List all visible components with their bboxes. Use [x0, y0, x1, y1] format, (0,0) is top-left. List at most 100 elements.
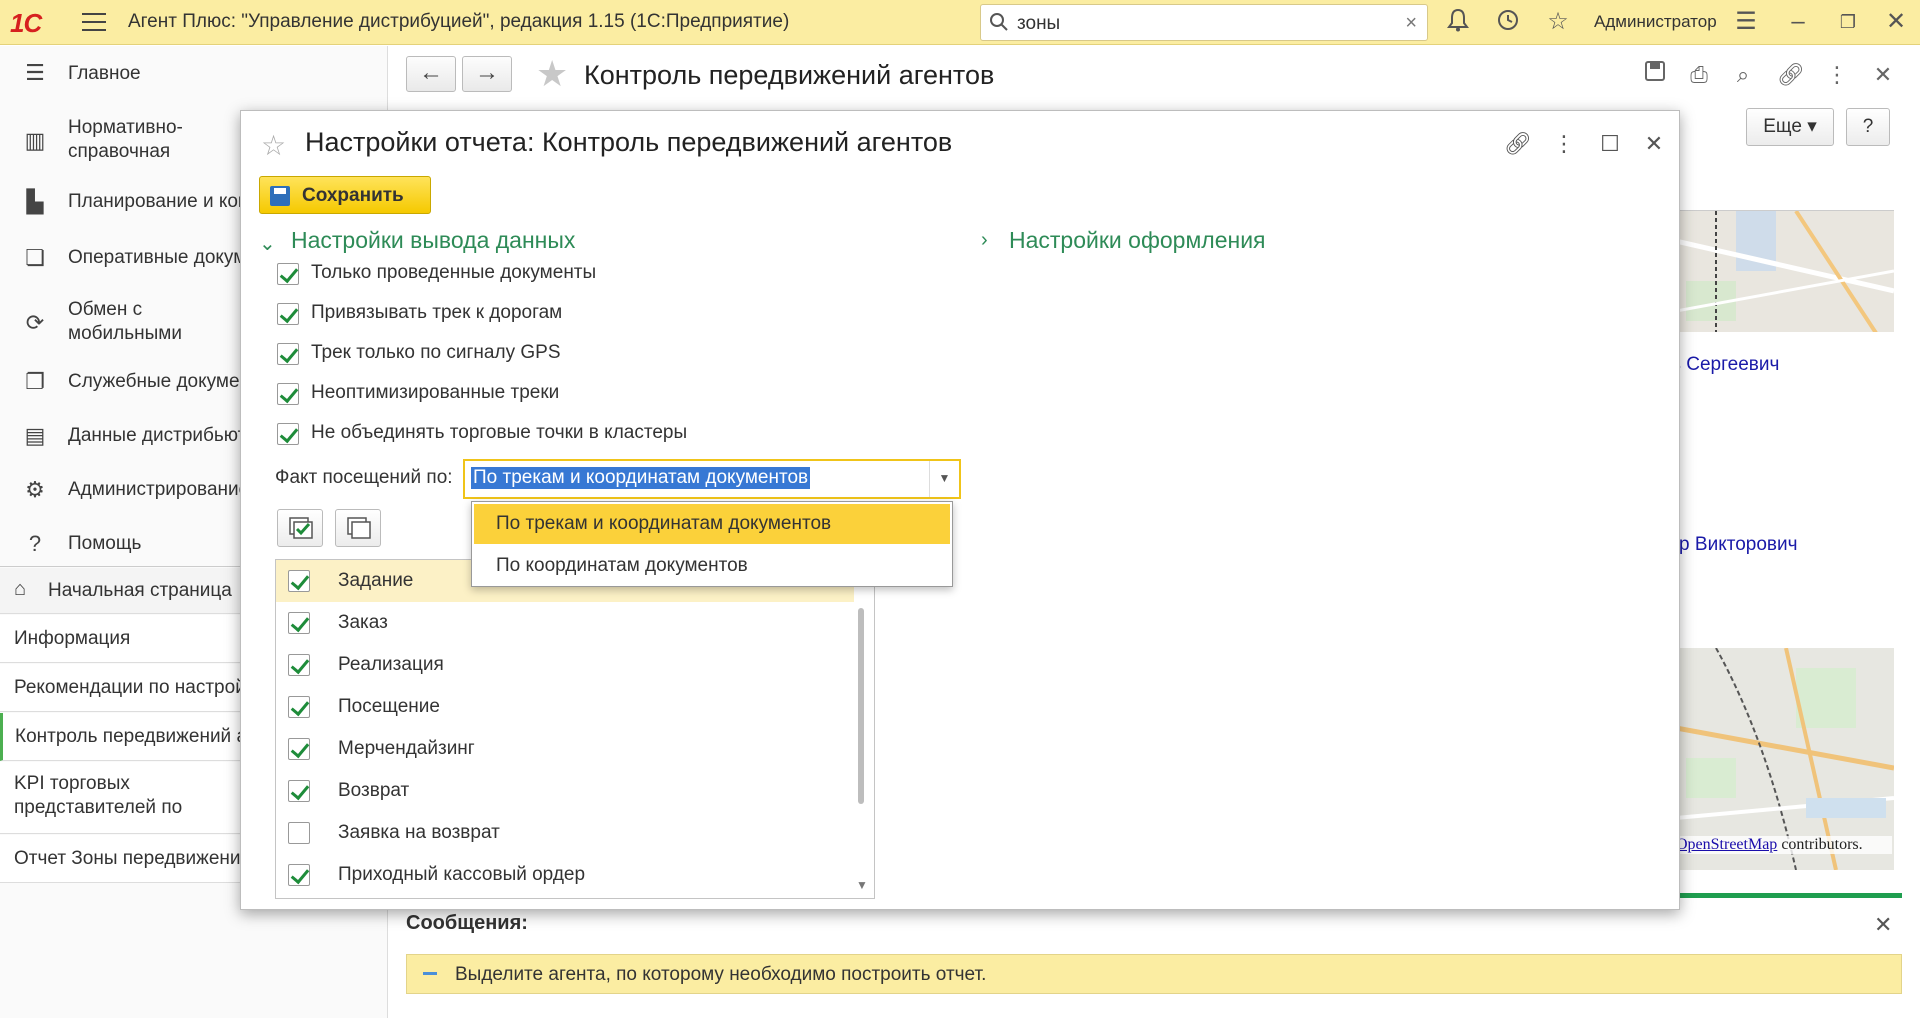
checkbox-label: Привязывать трек к дорогам	[311, 302, 563, 323]
app-title: Агент Плюс: "Управление дистрибуцией", р…	[128, 11, 790, 32]
scroll-down-icon[interactable]: ▼	[856, 878, 868, 892]
dropdown-arrow-icon[interactable]: ▼	[929, 461, 959, 497]
restore-icon[interactable]: ❐	[1834, 8, 1862, 36]
list-item-label: Возврат	[338, 780, 410, 801]
checkbox[interactable]	[288, 822, 310, 844]
list-item[interactable]: Возврат	[276, 770, 854, 812]
title-bar: 1С Агент Плюс: "Управление дистрибуцией"…	[0, 0, 1920, 45]
history-icon[interactable]	[1494, 8, 1522, 36]
chevron-down-icon[interactable]: ⌄	[259, 231, 276, 256]
map-top[interactable]	[1676, 210, 1894, 332]
checkbox[interactable]	[288, 612, 310, 634]
visit-fact-dropdown[interactable]: По трекам и координатам документов По ко…	[471, 501, 953, 587]
checkbox[interactable]	[288, 654, 310, 676]
gear-icon: ⚙	[25, 477, 45, 502]
settings-menu-icon[interactable]: ☰	[1732, 8, 1760, 36]
checkbox-label: Только проведенные документы	[311, 262, 597, 283]
books-icon: ▥	[24, 128, 46, 153]
chevron-right-icon[interactable]: ›	[981, 229, 988, 252]
search-input[interactable]: зоны ×	[980, 4, 1428, 41]
list-item-label: Мерчендайзинг	[338, 738, 475, 759]
main-menu-icon[interactable]	[82, 10, 108, 34]
osm-link[interactable]: OpenStreetMap	[1676, 836, 1777, 853]
more-button[interactable]: Еще ▾	[1746, 108, 1834, 146]
close-form-icon[interactable]: ✕	[1868, 60, 1898, 90]
preview-icon[interactable]: ⌕	[1728, 60, 1758, 90]
data-icon: ▤	[24, 423, 46, 448]
link-icon[interactable]: 🔗︎	[1776, 60, 1806, 90]
clear-icon[interactable]: ×	[1405, 12, 1417, 35]
sidebar-item-label: Помощь	[68, 533, 142, 554]
sidebar-item-main[interactable]: ☰ Главное	[0, 58, 388, 90]
agent-line-3[interactable]: тор Викторович	[1660, 534, 1798, 556]
service-docs-icon: ❐	[25, 369, 45, 394]
list-item[interactable]: Заказ	[276, 602, 854, 644]
open-window-label: Отчет Зоны передвижения	[14, 848, 251, 869]
dropdown-option[interactable]: По трекам и координатам документов	[474, 504, 950, 544]
forward-button[interactable]: →	[462, 56, 512, 92]
checkbox[interactable]	[277, 423, 299, 445]
list-item-label: Приходный кассовый ордер	[338, 864, 586, 885]
home-icon: ⌂	[14, 578, 27, 600]
dialog-favorite-star-icon[interactable]: ☆	[261, 129, 286, 162]
open-window-label: Рекомендации по настройке	[14, 677, 265, 698]
list-item-label: Реализация	[338, 654, 444, 675]
dialog-close-icon[interactable]: ✕	[1639, 129, 1669, 159]
print-icon[interactable]: ⎙	[1684, 60, 1714, 90]
visit-fact-value: По трекам и координатам документов	[471, 467, 811, 489]
checkbox[interactable]	[277, 303, 299, 325]
scrollbar-thumb[interactable]	[858, 608, 864, 804]
save-disk-icon[interactable]	[1640, 60, 1670, 90]
checkbox[interactable]	[277, 383, 299, 405]
list-item[interactable]: Приходный кассовый ордер	[276, 854, 854, 896]
dialog-link-icon[interactable]: 🔗︎	[1503, 129, 1533, 159]
visit-fact-select[interactable]: По трекам и координатам документов ▼	[463, 459, 961, 499]
checkbox[interactable]	[277, 263, 299, 285]
dropdown-option[interactable]: По координатам документов	[474, 546, 950, 586]
green-divider	[1676, 893, 1902, 898]
bell-icon[interactable]	[1444, 8, 1472, 36]
more-button-label: Еще	[1763, 116, 1802, 137]
dialog-maximize-icon[interactable]: ☐	[1595, 129, 1625, 159]
section-design-settings[interactable]: Настройки оформления	[1009, 227, 1266, 254]
uncheck-all-button[interactable]	[335, 509, 381, 547]
close-app-icon[interactable]: ✕	[1882, 8, 1910, 36]
list-item[interactable]: Реализация	[276, 644, 854, 686]
user-name[interactable]: Администратор	[1594, 12, 1717, 32]
more-actions-icon[interactable]: ⋮	[1822, 60, 1852, 90]
checkbox[interactable]	[277, 343, 299, 365]
list-item[interactable]: Посещение	[276, 686, 854, 728]
save-button-label: Сохранить	[302, 185, 404, 206]
checkbox[interactable]	[288, 780, 310, 802]
document-types-list[interactable]: Задание Заказ Реализация Посещение Мерче…	[275, 559, 875, 899]
help-button[interactable]: ?	[1846, 108, 1890, 146]
favorites-star-icon[interactable]: ☆	[1544, 8, 1572, 36]
messages-close-icon[interactable]: ✕	[1874, 912, 1892, 938]
sidebar-item-label: Главное	[68, 63, 141, 84]
minimize-icon[interactable]: –	[1784, 8, 1812, 36]
save-button[interactable]: Сохранить	[259, 176, 431, 214]
checkbox[interactable]	[288, 696, 310, 718]
list-item[interactable]: Заявка на возврат	[276, 812, 854, 854]
form-favorite-star-icon[interactable]: ★	[536, 56, 572, 92]
checkbox[interactable]	[288, 570, 310, 592]
checkbox[interactable]	[288, 864, 310, 886]
message-item[interactable]: Выделите агента, по которому необходимо …	[406, 954, 1902, 994]
checkbox-label: Трек только по сигналу GPS	[311, 342, 561, 363]
back-button[interactable]: ←	[406, 56, 456, 92]
sidebar-item-label: Нормативно-справочная информация	[68, 117, 183, 166]
app-logo[interactable]: 1С	[10, 8, 58, 38]
sidebar-item-label: Обмен с мобильными устройствами	[68, 299, 190, 348]
sync-icon: ⟳	[25, 310, 45, 335]
list-item[interactable]: Мерчендайзинг	[276, 728, 854, 770]
documents-icon: ❏	[25, 245, 45, 270]
page-title: Контроль передвижений агентов	[584, 60, 995, 90]
section-output-settings[interactable]: Настройки вывода данных	[291, 227, 575, 254]
list-item-label: Заявка на возврат	[338, 822, 500, 843]
visit-fact-label: Факт посещений по:	[275, 467, 453, 488]
checkbox[interactable]	[288, 738, 310, 760]
check-all-button[interactable]	[277, 509, 323, 547]
dialog-more-icon[interactable]: ⋮	[1549, 129, 1579, 159]
list-item-label: Задание	[338, 570, 414, 591]
osm-suffix: contributors.	[1777, 836, 1863, 853]
